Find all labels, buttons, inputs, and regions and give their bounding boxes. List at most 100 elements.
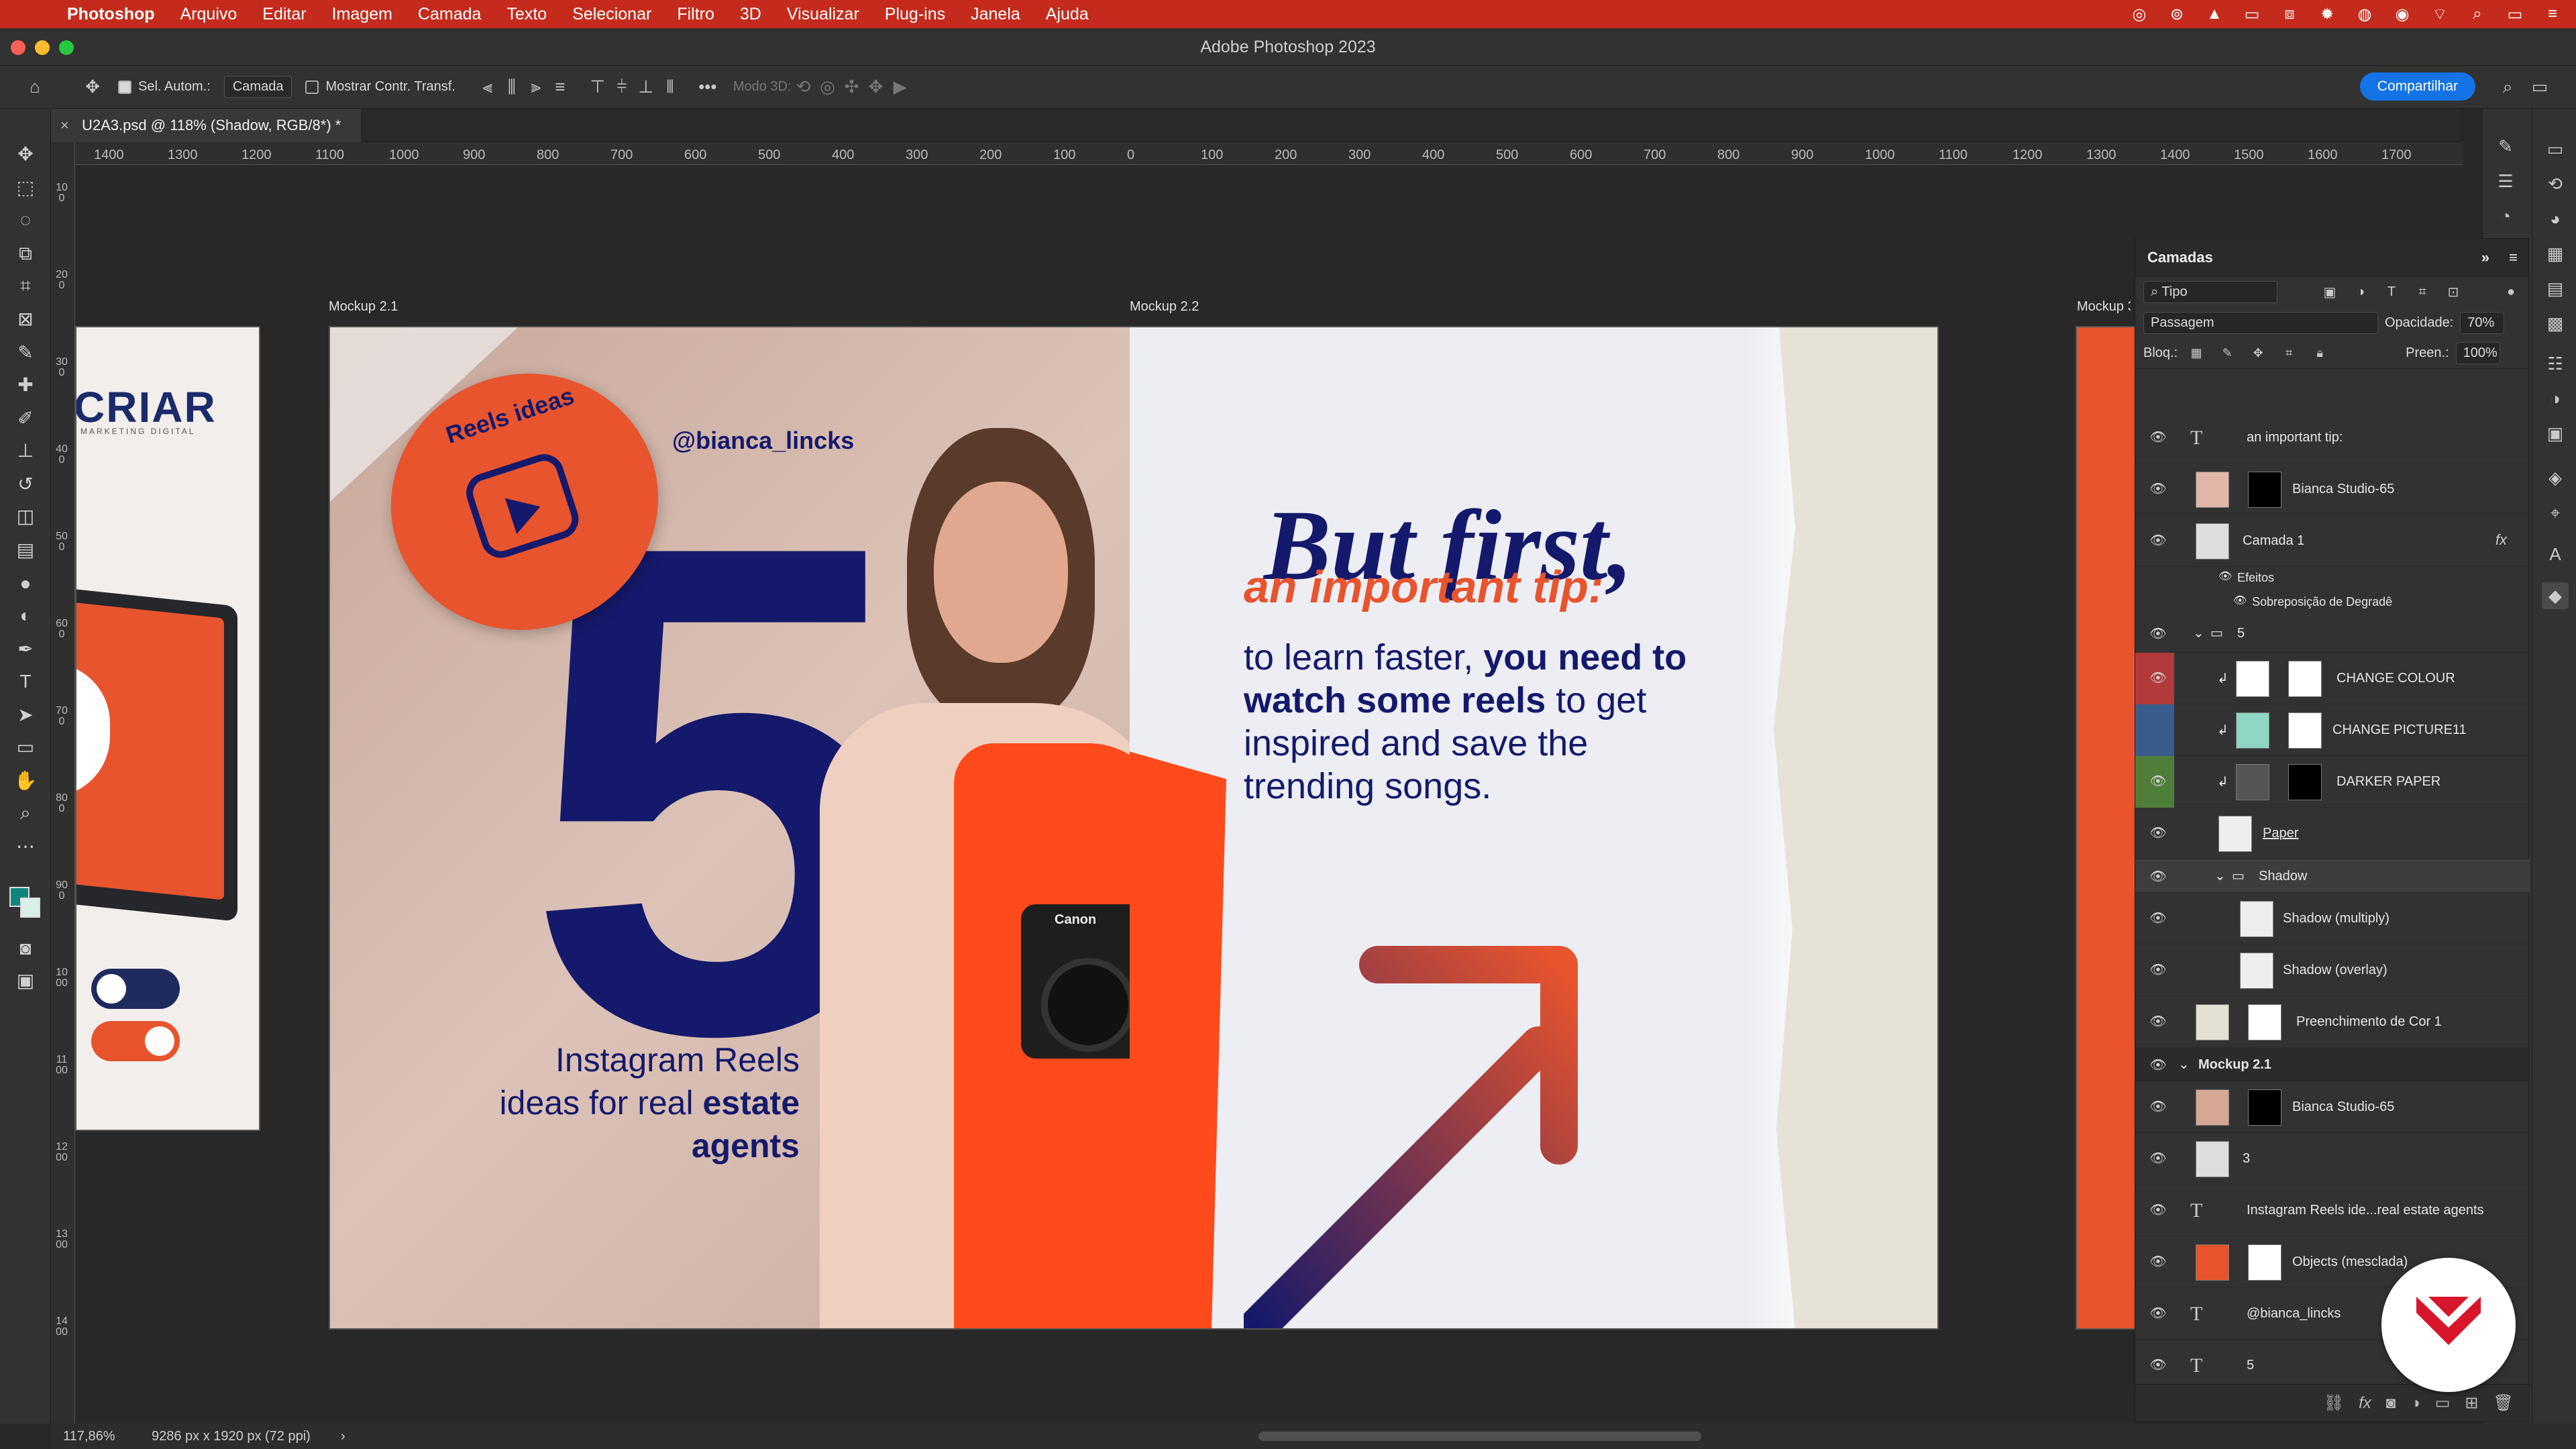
layer-row[interactable]: ↲ CHANGE PICTURE11: [2135, 704, 2530, 756]
visibility-eye-icon[interactable]: 👁︎: [2149, 961, 2167, 979]
visibility-eye-icon[interactable]: 👁︎: [2149, 1201, 2167, 1220]
object-select-icon[interactable]: ⧉: [12, 240, 39, 267]
eraser-tool-icon[interactable]: ◫: [12, 503, 39, 530]
auto-select-toggle[interactable]: Sel. Autom.:: [118, 79, 211, 95]
rectangle-tool-icon[interactable]: ▭: [12, 734, 39, 761]
auto-select-checkbox[interactable]: [118, 80, 131, 94]
filter-toggle-icon[interactable]: ●: [2499, 284, 2523, 300]
display-icon[interactable]: ▭: [2242, 5, 2262, 23]
visibility-eye-icon[interactable]: 👁︎: [2149, 909, 2167, 928]
artboard-mockup-3[interactable]: [2076, 326, 2143, 1330]
close-tab-icon[interactable]: ×: [60, 109, 69, 142]
align-right-icon[interactable]: ⫸: [524, 76, 548, 98]
zoom-window-button[interactable]: [59, 40, 74, 55]
filter-adjustment-icon[interactable]: ◑: [2349, 284, 2373, 300]
artboard-mockup-2-2[interactable]: But first, an important tip: to learn fa…: [1130, 326, 1939, 1330]
chevron-down-icon[interactable]: ⌄: [2214, 867, 2226, 884]
move-tool-icon[interactable]: ✥: [12, 141, 39, 168]
horizontal-scrollbar[interactable]: [1258, 1432, 1701, 1441]
healing-brush-icon[interactable]: ✚: [12, 372, 39, 398]
visibility-eye-icon[interactable]: 👁︎: [2149, 1056, 2167, 1075]
visibility-eye-icon[interactable]: 👁︎: [2149, 1097, 2167, 1116]
search-icon[interactable]: ⌕: [2467, 5, 2487, 23]
layer-row[interactable]: 👁︎ Paper: [2135, 808, 2530, 859]
swatches-icon[interactable]: ▦: [2542, 240, 2569, 267]
layer-row[interactable]: 👁︎ ↲ DARKER PAPER: [2135, 756, 2530, 808]
creative-cloud-icon[interactable]: ◎: [2129, 5, 2149, 23]
close-window-button[interactable]: [11, 40, 25, 55]
layers-icon[interactable]: ◆: [2542, 582, 2569, 609]
type-tool-icon[interactable]: T: [12, 668, 39, 695]
crop-tool-icon[interactable]: ⌗: [12, 272, 39, 299]
artboard-row[interactable]: 👁︎ ⌄ Mockup 2.1: [2135, 1048, 2530, 1081]
distribute-vertical-icon[interactable]: ⫴: [658, 76, 682, 98]
menu-filtro[interactable]: Filtro: [677, 5, 714, 24]
more-options-icon[interactable]: •••: [696, 76, 720, 97]
align-middle-icon[interactable]: ⫩: [610, 76, 634, 98]
menu-selecionar[interactable]: Selecionar: [572, 5, 651, 24]
visibility-eye-icon[interactable]: 👁︎: [2149, 531, 2167, 550]
dodge-tool-icon[interactable]: ◐: [12, 602, 39, 629]
layer-row[interactable]: 👁︎ Shadow (multiply): [2135, 893, 2530, 945]
adjustments-icon[interactable]: ☷: [2542, 350, 2569, 377]
distribute-icon[interactable]: ≡: [548, 76, 572, 97]
comments-icon[interactable]: ▭: [2542, 136, 2569, 162]
screen-icon[interactable]: ⧈: [2279, 5, 2300, 23]
delete-layer-icon[interactable]: 🗑︎: [2493, 1393, 2514, 1413]
opacity-input[interactable]: 70%: [2460, 311, 2505, 334]
align-left-icon[interactable]: ⫷: [476, 76, 500, 98]
gradient-tool-icon[interactable]: ▤: [12, 537, 39, 564]
layer-row[interactable]: 👁︎ Shadow (overlay): [2135, 945, 2530, 996]
gradients-icon[interactable]: ▤: [2542, 275, 2569, 302]
artboard-previous[interactable]: CRIAR MARKETING DIGITAL: [75, 326, 260, 1131]
visibility-eye-icon[interactable]: 👁︎: [2149, 1356, 2167, 1375]
filter-shape-icon[interactable]: ⌗: [2410, 284, 2434, 300]
lock-pixels-icon[interactable]: ✎: [2215, 346, 2239, 360]
filter-pixel-icon[interactable]: ▣: [2318, 284, 2342, 301]
fx-icon[interactable]: fx: [2496, 531, 2507, 549]
pen-tool-icon[interactable]: ✒: [12, 636, 39, 663]
document-tab[interactable]: × U2A3.psd @ 118% (Shadow, RGB/8*) *: [51, 109, 362, 142]
comment-icon[interactable]: ◔: [2492, 203, 2519, 229]
new-group-icon[interactable]: ▭: [2435, 1393, 2451, 1413]
filter-type-select[interactable]: ⌕ Tipo: [2143, 280, 2277, 303]
lock-all-icon[interactable]: 🔒︎: [2308, 346, 2332, 360]
visibility-eye-icon[interactable]: 👁︎: [2149, 1149, 2167, 1168]
airdrop-icon[interactable]: ◉: [2392, 5, 2412, 23]
3d-icon[interactable]: ◈: [2542, 464, 2569, 491]
layer-row[interactable]: 👁︎ Tan important tip:: [2135, 412, 2530, 464]
layer-row[interactable]: 👁︎ 3: [2135, 1133, 2530, 1185]
brush-settings-icon[interactable]: ✎: [2492, 133, 2519, 160]
layer-row[interactable]: 👁︎ Preenchimento de Cor 1: [2135, 996, 2530, 1048]
menu-arquivo[interactable]: Arquivo: [180, 5, 237, 24]
align-bottom-icon[interactable]: ⊥: [634, 76, 658, 97]
globe-icon[interactable]: ◍: [2355, 5, 2375, 23]
visibility-eye-icon[interactable]: 👁︎: [2149, 824, 2167, 843]
libraries-icon[interactable]: ▣: [2542, 420, 2569, 447]
sync-icon[interactable]: ⊚: [2167, 5, 2187, 23]
home-icon[interactable]: ⌂: [23, 76, 47, 97]
menu-visualizar[interactable]: Visualizar: [787, 5, 859, 24]
move-tool-icon[interactable]: ✥: [80, 76, 105, 97]
filter-type-icon[interactable]: T: [2379, 284, 2404, 300]
panel-menu-icon[interactable]: ≡: [2509, 239, 2518, 276]
menu-texto[interactable]: Texto: [506, 5, 547, 24]
quick-mask-icon[interactable]: ◙: [12, 935, 39, 962]
stamp-tool-icon[interactable]: ⊥: [12, 437, 39, 464]
gear-icon[interactable]: ✹: [2317, 5, 2337, 23]
adobe-icon[interactable]: ▲: [2204, 5, 2224, 23]
patterns-icon[interactable]: ▩: [2542, 310, 2569, 337]
effects-row[interactable]: 👁︎ Efeitos: [2135, 567, 2530, 591]
canvas-area[interactable]: Mockup 2.1 Mockup 2.2 Mockup 3 CRIAR MAR…: [75, 165, 2463, 1424]
collapse-panel-icon[interactable]: »: [2481, 239, 2489, 276]
link-layers-icon[interactable]: ⛓: [2324, 1393, 2344, 1413]
blend-mode-select[interactable]: Passagem: [2143, 311, 2378, 334]
hand-tool-icon[interactable]: ✋: [12, 767, 39, 794]
lasso-tool-icon[interactable]: ◌: [12, 207, 39, 233]
group-row[interactable]: 👁︎ ⌄ ▭ 5: [2135, 615, 2530, 653]
menu-janela[interactable]: Janela: [971, 5, 1020, 24]
artboard-label-mockup-3[interactable]: Mockup 3: [2077, 299, 2131, 315]
frame-tool-icon[interactable]: ⊠: [12, 306, 39, 333]
menu-app[interactable]: Photoshop: [67, 5, 155, 24]
auto-select-dropdown[interactable]: Camada: [223, 76, 292, 98]
